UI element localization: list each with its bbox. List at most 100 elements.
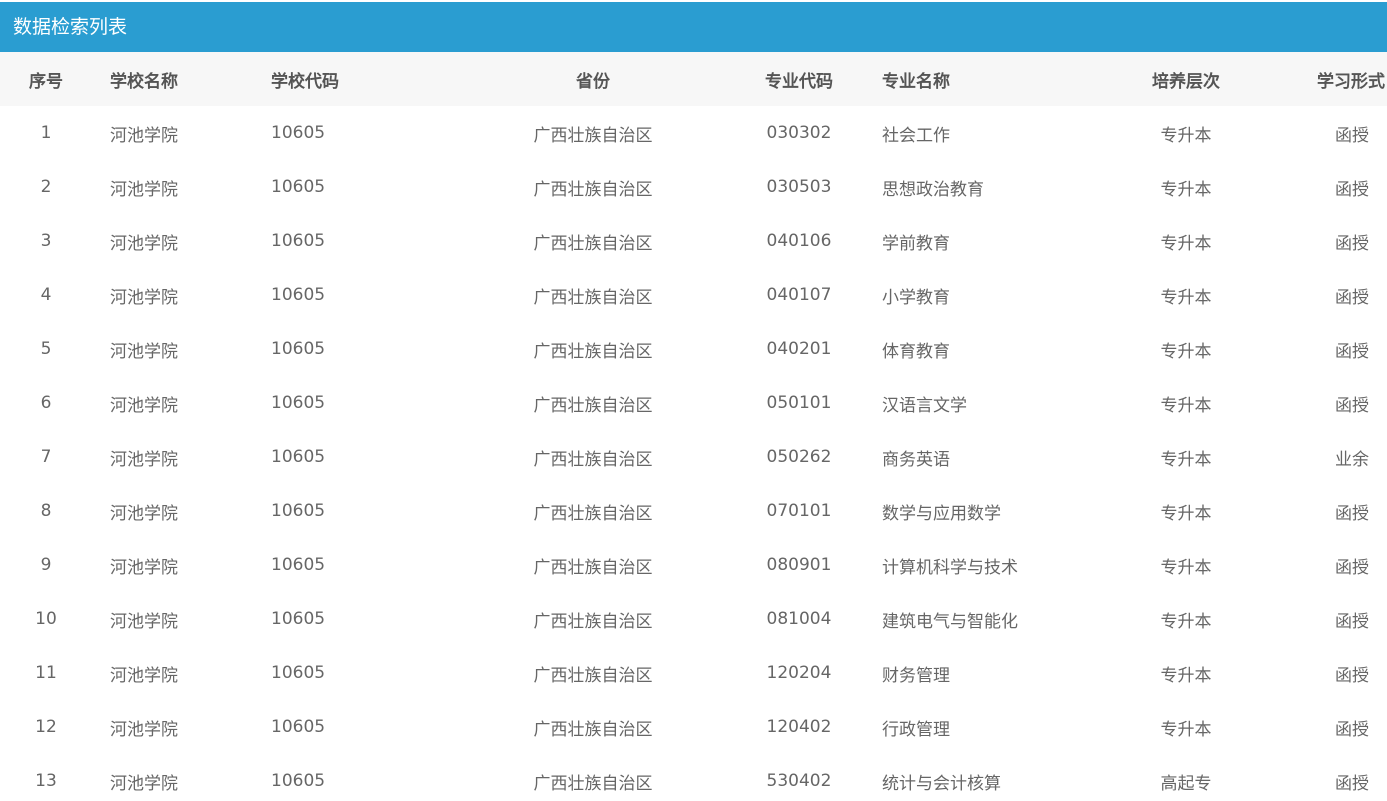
cell-school-code: 10605: [271, 123, 326, 143]
header-province[interactable]: 省份: [437, 52, 749, 106]
data-search-panel: 数据检索列表 序号 学校名称 学校代码 省份 专业代码 专业名称 培养层次 学习…: [0, 0, 1387, 801]
cell-province: 广西壮族自治区: [533, 773, 653, 794]
cell-school-name: 河池学院: [110, 773, 178, 794]
cell-school-code: 10605: [271, 771, 326, 791]
cell-school-code: 10605: [271, 339, 326, 359]
table-row[interactable]: 4 河池学院 10605 广西壮族自治区 040107 小学教育 专升本 函授: [0, 268, 1387, 322]
cell-study-form: 函授: [1335, 665, 1369, 686]
table-row[interactable]: 7 河池学院 10605 广西壮族自治区 050262 商务英语 专升本 业余: [0, 430, 1387, 484]
cell-province: 广西壮族自治区: [533, 179, 653, 200]
cell-major-name: 统计与会计核算: [882, 773, 1001, 794]
table-body: 1 河池学院 10605 广西壮族自治区 030302 社会工作 专升本 函授 2 河池学院 106…: [0, 106, 1387, 801]
cell-province: 广西壮族自治区: [533, 665, 653, 686]
cell-school-name: 河池学院: [110, 557, 178, 578]
cell-major-name: 汉语言文学: [882, 395, 967, 416]
table-row[interactable]: 8 河池学院 10605 广西壮族自治区 070101 数学与应用数学 专升本 函授: [0, 484, 1387, 538]
cell-no: 12: [35, 717, 57, 737]
header-study-form[interactable]: 学习形式: [1231, 52, 1387, 106]
cell-province: 广西壮族自治区: [533, 449, 653, 470]
cell-major-code: 530402: [766, 771, 832, 791]
cell-province: 广西壮族自治区: [533, 611, 653, 632]
cell-level: 专升本: [1160, 665, 1212, 686]
cell-school-code: 10605: [271, 177, 326, 197]
cell-school-name: 河池学院: [110, 719, 178, 740]
cell-level: 专升本: [1160, 287, 1212, 308]
table-row[interactable]: 6 河池学院 10605 广西壮族自治区 050101 汉语言文学 专升本 函授: [0, 376, 1387, 430]
cell-school-name: 河池学院: [110, 665, 178, 686]
table-row[interactable]: 13 河池学院 10605 广西壮族自治区 530402 统计与会计核算 高起专 函授: [0, 754, 1387, 801]
cell-major-code: 070101: [766, 501, 832, 521]
cell-major-code: 120204: [766, 663, 832, 683]
cell-major-code: 040201: [766, 339, 832, 359]
cell-level: 专升本: [1160, 125, 1212, 146]
cell-major-code: 050101: [766, 393, 832, 413]
cell-study-form: 函授: [1335, 719, 1369, 740]
cell-level: 专升本: [1160, 233, 1212, 254]
cell-major-code: 040107: [766, 285, 832, 305]
table-row[interactable]: 3 河池学院 10605 广西壮族自治区 040106 学前教育 专升本 函授: [0, 214, 1387, 268]
cell-no: 6: [40, 393, 52, 413]
cell-major-name: 建筑电气与智能化: [882, 611, 1018, 632]
header-major-code[interactable]: 专业代码: [749, 52, 849, 106]
header-school-code[interactable]: 学校代码: [253, 52, 437, 106]
cell-school-name: 河池学院: [110, 125, 178, 146]
cell-province: 广西壮族自治区: [533, 287, 653, 308]
cell-level: 专升本: [1160, 503, 1212, 524]
cell-province: 广西壮族自治区: [533, 233, 653, 254]
cell-province: 广西壮族自治区: [533, 557, 653, 578]
cell-study-form: 函授: [1335, 233, 1369, 254]
cell-school-name: 河池学院: [110, 611, 178, 632]
cell-school-name: 河池学院: [110, 179, 178, 200]
cell-school-code: 10605: [271, 393, 326, 413]
cell-school-name: 河池学院: [110, 395, 178, 416]
header-no[interactable]: 序号: [0, 52, 92, 106]
cell-major-name: 学前教育: [882, 233, 950, 254]
cell-major-name: 计算机科学与技术: [882, 557, 1018, 578]
cell-school-code: 10605: [271, 285, 326, 305]
cell-level: 专升本: [1160, 449, 1212, 470]
cell-no: 8: [40, 501, 52, 521]
cell-no: 4: [40, 285, 52, 305]
cell-school-code: 10605: [271, 717, 326, 737]
cell-major-name: 小学教育: [882, 287, 950, 308]
cell-study-form: 业余: [1335, 449, 1369, 470]
table-row[interactable]: 2 河池学院 10605 广西壮族自治区 030503 思想政治教育 专升本 函授: [0, 160, 1387, 214]
cell-major-code: 080901: [766, 555, 832, 575]
cell-school-code: 10605: [271, 231, 326, 251]
cell-study-form: 函授: [1335, 125, 1369, 146]
cell-level: 专升本: [1160, 557, 1212, 578]
cell-level: 专升本: [1160, 341, 1212, 362]
table-row[interactable]: 5 河池学院 10605 广西壮族自治区 040201 体育教育 专升本 函授: [0, 322, 1387, 376]
table-header-row: 序号 学校名称 学校代码 省份 专业代码 专业名称 培养层次 学习形式: [0, 52, 1387, 106]
cell-study-form: 函授: [1335, 179, 1369, 200]
cell-level: 专升本: [1160, 611, 1212, 632]
cell-no: 3: [40, 231, 52, 251]
table-row[interactable]: 10 河池学院 10605 广西壮族自治区 081004 建筑电气与智能化 专升本 函授: [0, 592, 1387, 646]
cell-major-code: 030302: [766, 123, 832, 143]
cell-province: 广西壮族自治区: [533, 341, 653, 362]
header-school-name[interactable]: 学校名称: [92, 52, 253, 106]
header-major-name[interactable]: 专业名称: [849, 52, 1141, 106]
cell-province: 广西壮族自治区: [533, 719, 653, 740]
cell-study-form: 函授: [1335, 395, 1369, 416]
cell-school-name: 河池学院: [110, 503, 178, 524]
table-row[interactable]: 12 河池学院 10605 广西壮族自治区 120402 行政管理 专升本 函授: [0, 700, 1387, 754]
header-level[interactable]: 培养层次: [1141, 52, 1231, 106]
cell-province: 广西壮族自治区: [533, 125, 653, 146]
cell-major-code: 030503: [766, 177, 832, 197]
cell-major-code: 050262: [766, 447, 832, 467]
cell-province: 广西壮族自治区: [533, 395, 653, 416]
cell-school-name: 河池学院: [110, 233, 178, 254]
cell-study-form: 函授: [1335, 341, 1369, 362]
cell-school-code: 10605: [271, 609, 326, 629]
cell-province: 广西壮族自治区: [533, 503, 653, 524]
cell-school-name: 河池学院: [110, 449, 178, 470]
cell-study-form: 函授: [1335, 503, 1369, 524]
table-row[interactable]: 11 河池学院 10605 广西壮族自治区 120204 财务管理 专升本 函授: [0, 646, 1387, 700]
table-row[interactable]: 1 河池学院 10605 广西壮族自治区 030302 社会工作 专升本 函授: [0, 106, 1387, 160]
cell-no: 11: [35, 663, 57, 683]
cell-major-code: 040106: [766, 231, 832, 251]
table-row[interactable]: 9 河池学院 10605 广西壮族自治区 080901 计算机科学与技术 专升本 函授: [0, 538, 1387, 592]
cell-school-code: 10605: [271, 447, 326, 467]
panel-title: 数据检索列表: [0, 2, 1387, 52]
